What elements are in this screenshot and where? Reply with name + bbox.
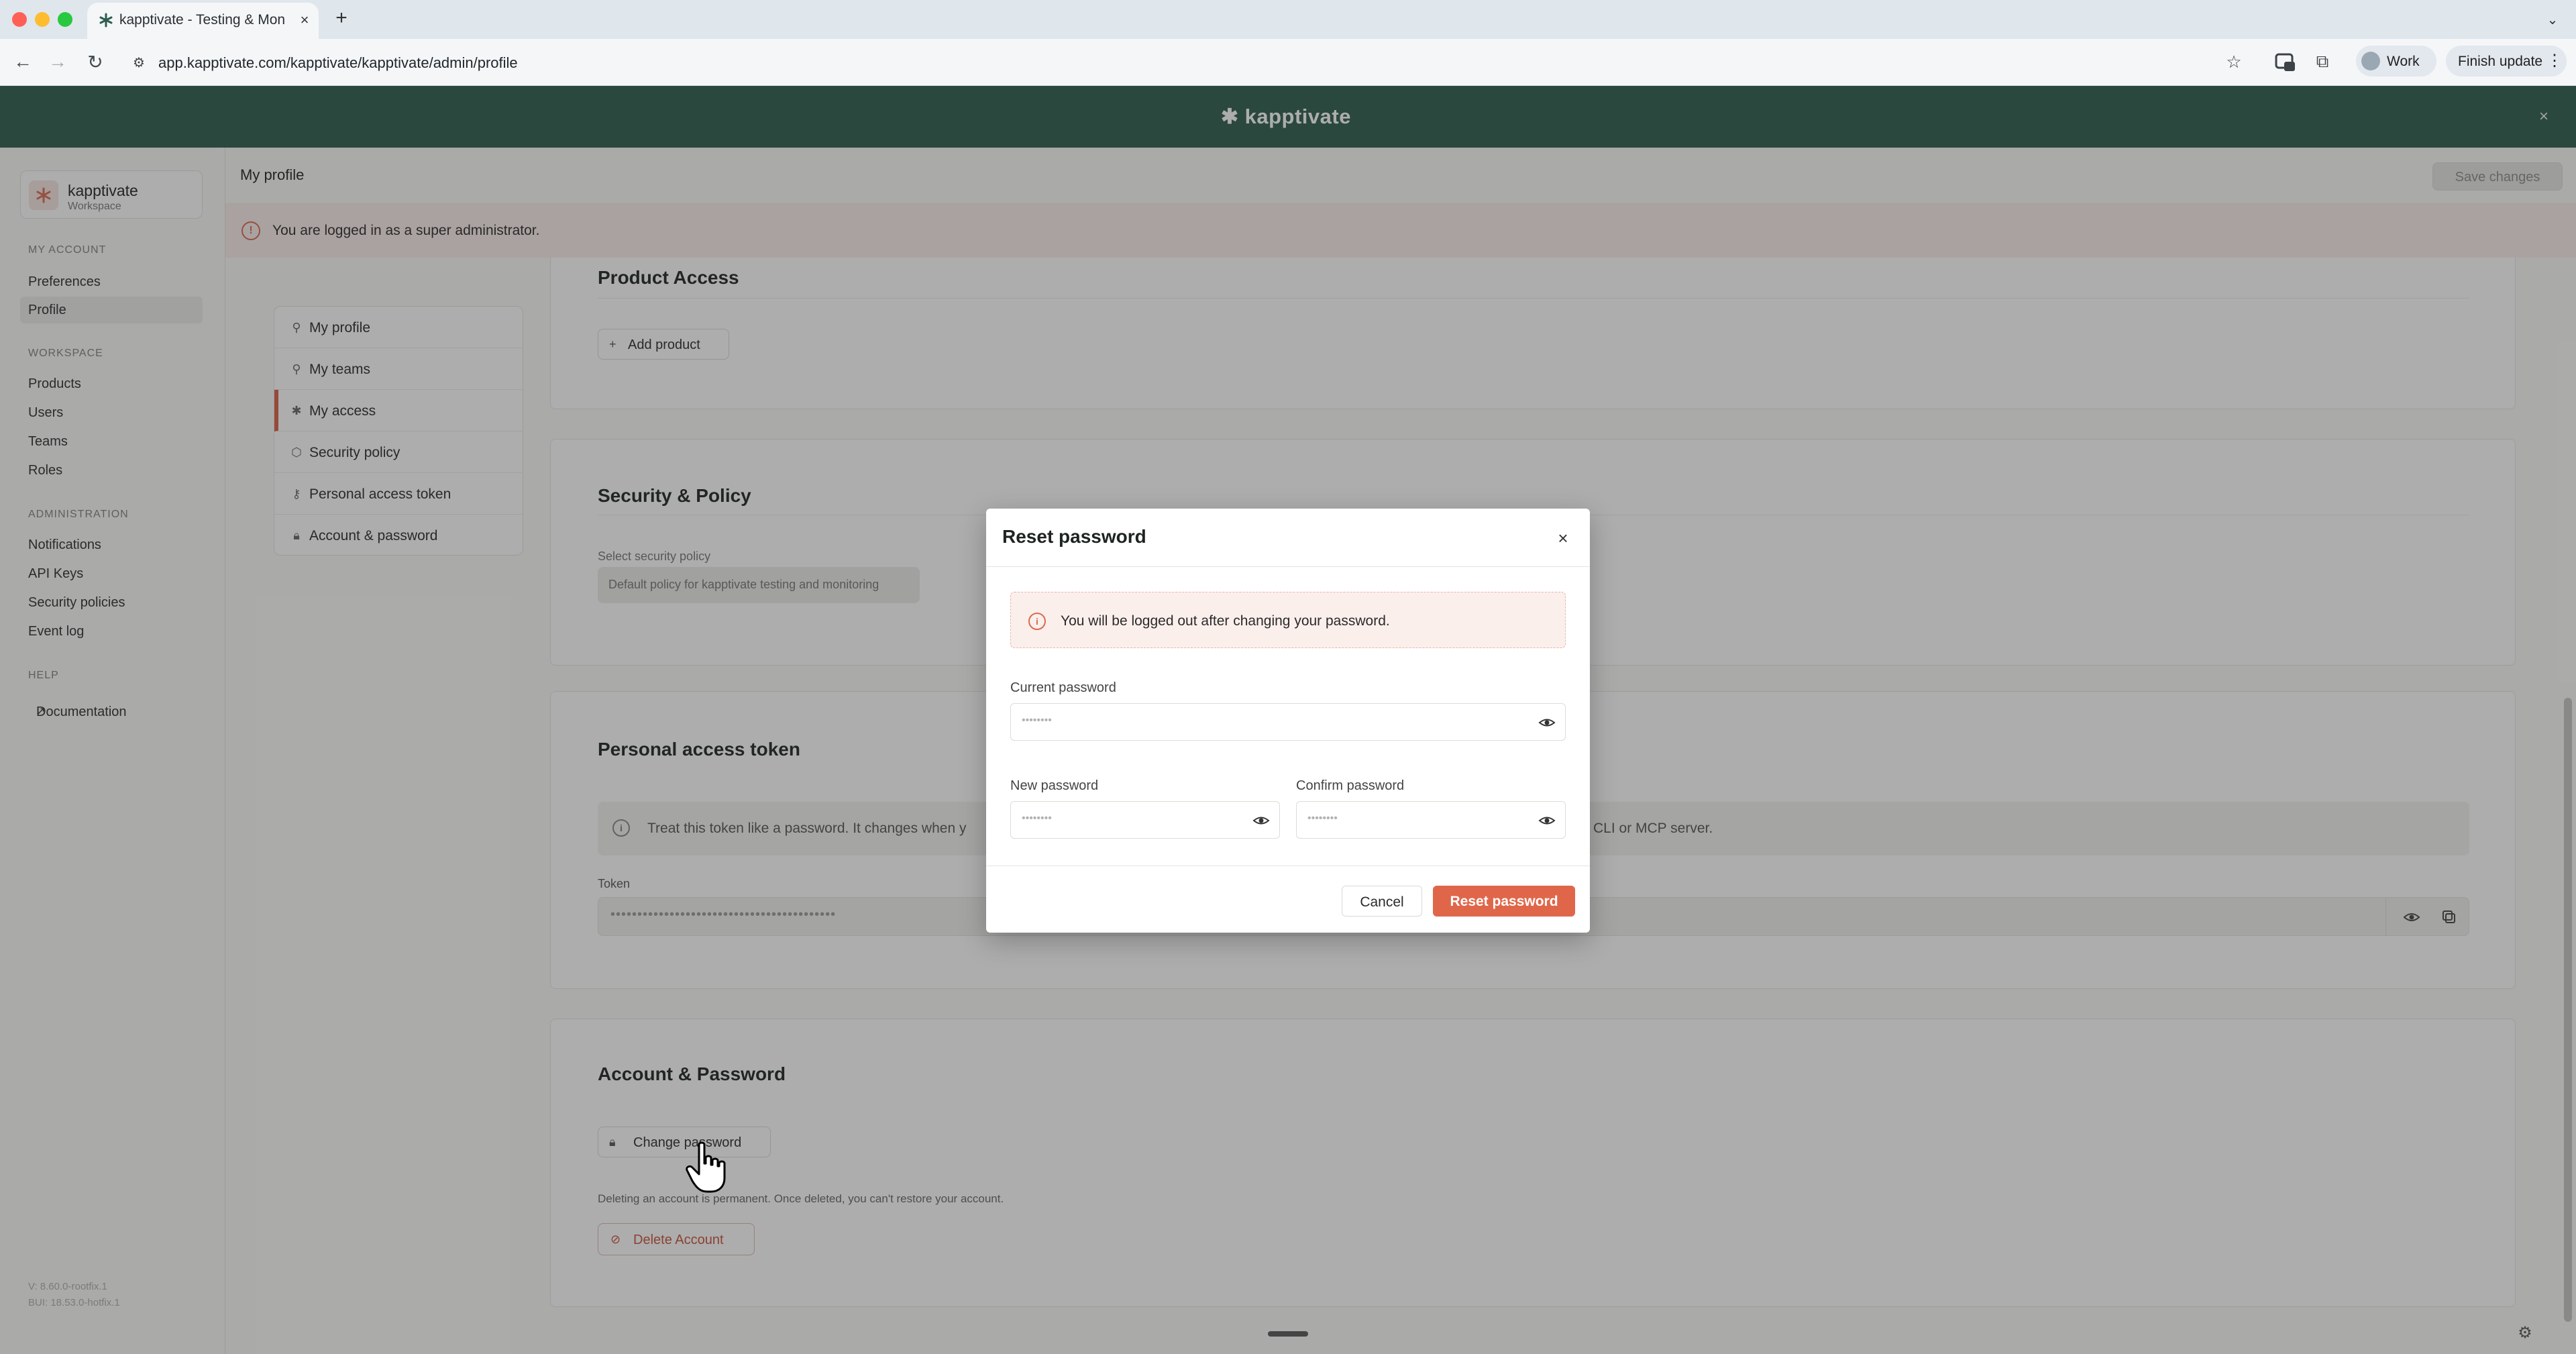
new-tab-icon[interactable]: +: [331, 7, 352, 29]
divider: [986, 566, 1590, 567]
favicon-icon: [98, 12, 114, 28]
eye-icon[interactable]: [1538, 813, 1556, 829]
finish-update-button[interactable]: Finish update ⋮: [2446, 46, 2567, 76]
current-password-label: Current password: [1010, 680, 1116, 695]
modal-title: Reset password: [1002, 526, 1146, 547]
gear-icon[interactable]: ⚙: [2514, 1322, 2536, 1343]
back-arrow-icon[interactable]: ←: [9, 48, 36, 75]
forward-arrow-icon[interactable]: →: [44, 48, 71, 75]
profile-chip[interactable]: Work: [2356, 46, 2436, 76]
confirm-password-field[interactable]: ••••••••: [1296, 801, 1566, 839]
eye-icon[interactable]: [1538, 715, 1556, 731]
finish-update-label: Finish update: [2458, 54, 2543, 69]
window-maximize-button[interactable]: [58, 12, 72, 27]
reset-password-modal: Reset password × i You will be logged ou…: [986, 509, 1590, 933]
site-settings-icon[interactable]: ⚙: [130, 54, 148, 71]
logout-warning: i You will be logged out after changing …: [1010, 592, 1566, 648]
tab-search-chevron-icon[interactable]: ⌄: [2542, 9, 2563, 30]
more-vert-icon: ⋮: [2546, 52, 2563, 70]
scrollbar[interactable]: [2564, 698, 2572, 1322]
reset-password-label: Reset password: [1450, 894, 1558, 909]
bookmark-star-icon[interactable]: ☆: [2222, 50, 2246, 74]
avatar: [2361, 52, 2380, 70]
browser-tab[interactable]: kapptivate - Testing & Monitoring ×: [87, 3, 319, 39]
password-masked: ••••••••: [1022, 715, 1052, 726]
tab-close-icon[interactable]: ×: [295, 11, 314, 30]
address-bar[interactable]: ⚙ app.kapptivate.com/kapptivate/kapptiva…: [125, 46, 2245, 79]
profile-label: Work: [2387, 54, 2420, 69]
extension-icon[interactable]: [2273, 50, 2297, 74]
address-url: app.kapptivate.com/kapptivate/kapptivate…: [158, 54, 518, 71]
info-icon: i: [1028, 613, 1046, 630]
window-minimize-button[interactable]: [35, 12, 50, 27]
logout-warning-text: You will be logged out after changing yo…: [1061, 613, 1390, 629]
cancel-button[interactable]: Cancel: [1342, 886, 1422, 917]
window-close-button[interactable]: [12, 12, 27, 27]
hand-pointer-cursor-icon: [684, 1141, 731, 1194]
browser-tab-strip: kapptivate - Testing & Monitoring × + ⌄: [0, 0, 2576, 39]
password-masked: ••••••••: [1307, 813, 1338, 824]
scroll-handle[interactable]: [1268, 1331, 1308, 1337]
reset-password-button[interactable]: Reset password: [1433, 886, 1575, 917]
tab-title: kapptivate - Testing & Monitoring: [119, 12, 286, 28]
new-password-field[interactable]: ••••••••: [1010, 801, 1280, 839]
eye-icon[interactable]: [1252, 813, 1270, 829]
cancel-label: Cancel: [1360, 894, 1404, 910]
reload-icon[interactable]: ↻: [82, 48, 109, 75]
current-password-field[interactable]: ••••••••: [1010, 703, 1566, 741]
new-password-label: New password: [1010, 778, 1099, 793]
extensions-puzzle-icon[interactable]: ⧉: [2310, 50, 2334, 74]
browser-toolbar: ← → ↻ ⚙ app.kapptivate.com/kapptivate/ka…: [0, 39, 2576, 86]
password-masked: ••••••••: [1022, 813, 1052, 824]
close-icon[interactable]: ×: [1551, 526, 1575, 550]
confirm-password-label: Confirm password: [1296, 778, 1405, 793]
